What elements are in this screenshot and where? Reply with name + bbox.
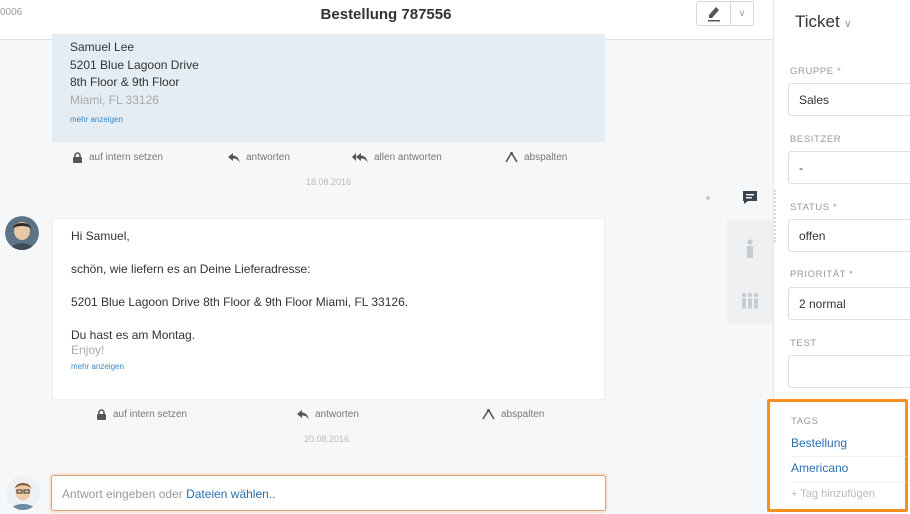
chevron-down-icon[interactable]: ∨: [731, 2, 753, 25]
message-line: Du hast es am Montag.: [71, 328, 196, 342]
address-line: 8th Floor & 9th Floor: [70, 75, 180, 89]
split-icon: [482, 409, 495, 420]
show-more-link[interactable]: mehr anzeigen: [71, 362, 586, 371]
test-field[interactable]: [788, 355, 910, 388]
ticket-title[interactable]: Bestellung 787556: [0, 6, 772, 23]
status-indicator: [774, 190, 779, 242]
sidebar-title[interactable]: Ticket ∨: [795, 12, 852, 32]
test-label: TEST: [790, 338, 817, 349]
owner-select[interactable]: -: [788, 151, 910, 184]
address-line: Samuel Lee: [70, 40, 135, 54]
priority-label: PRIORITÄT *: [790, 269, 854, 280]
priority-select[interactable]: 2 normal: [788, 287, 910, 320]
action-label: antworten: [246, 152, 290, 163]
lock-icon: [73, 152, 82, 163]
edit-button-group: ∨: [696, 1, 754, 26]
chat-icon: [743, 190, 757, 204]
group-icon: [741, 292, 759, 309]
group-label: GRUPPE *: [790, 66, 842, 77]
edit-button[interactable]: [697, 2, 731, 25]
article-date: 20.08.2016: [304, 434, 350, 444]
action-label: abspalten: [524, 152, 568, 163]
tag-divider: [791, 482, 906, 483]
set-internal-action[interactable]: auf intern setzen: [96, 409, 187, 420]
action-label: allen antworten: [374, 152, 442, 163]
action-label: auf intern setzen: [89, 152, 163, 163]
reply-icon: [228, 152, 240, 162]
tab-customer[interactable]: [727, 226, 773, 272]
message-line: Hi Samuel,: [71, 229, 130, 243]
avatar[interactable]: [6, 476, 40, 510]
tab-ticket[interactable]: [727, 174, 773, 220]
split-action[interactable]: abspalten: [482, 409, 544, 420]
tag-item[interactable]: Bestellung: [791, 436, 847, 450]
reply-icon: [297, 409, 309, 419]
address-line: 5201 Blue Lagoon Drive: [70, 57, 199, 72]
agent-avatar-icon: [6, 476, 40, 510]
pencil-icon: [707, 6, 720, 21]
reply-action[interactable]: antworten: [228, 152, 290, 163]
action-label: antworten: [315, 409, 359, 420]
split-icon: [505, 152, 518, 163]
choose-files-link[interactable]: Dateien wählen..: [186, 487, 275, 501]
split-action[interactable]: abspalten: [505, 152, 567, 163]
address-line-faded: Miami, FL 33126: [70, 92, 159, 107]
tag-divider: [791, 456, 906, 457]
set-internal-action[interactable]: auf intern setzen: [72, 152, 163, 163]
status-select[interactable]: offen: [788, 219, 910, 252]
customer-article: Hi Samuel, schön, wie liefern es an Dein…: [52, 218, 605, 400]
add-tag-input[interactable]: + Tag hinzufügen: [791, 488, 875, 500]
tags-label: TAGS: [791, 416, 819, 427]
reply-action[interactable]: antworten: [297, 409, 359, 420]
article-date: 18.08.2016: [306, 177, 352, 187]
tags-section: TAGS Bestellung Americano + Tag hinzufüg…: [767, 399, 908, 512]
customer-avatar-icon: [5, 216, 39, 250]
reply-placeholder: Antwort eingeben oder: [62, 487, 183, 501]
article-address: Samuel Lee 5201 Blue Lagoon Drive 8th Fl…: [70, 39, 587, 109]
show-more-link[interactable]: mehr anzeigen: [70, 115, 587, 124]
message-line: schön, wie liefern es an Deine Lieferadr…: [71, 262, 311, 276]
action-label: abspalten: [501, 409, 545, 420]
reply-all-action[interactable]: allen antworten: [352, 152, 442, 163]
message-line-faded: Enjoy!: [71, 343, 105, 357]
group-select[interactable]: Sales: [788, 83, 910, 116]
chevron-down-icon: ∨: [843, 18, 852, 30]
owner-label: BESITZER: [790, 134, 842, 145]
message-line: 5201 Blue Lagoon Drive 8th Floor & 9th F…: [71, 295, 409, 309]
sidebar-tabs: [727, 174, 773, 324]
action-label: auf intern setzen: [113, 409, 187, 420]
avatar[interactable]: [5, 216, 39, 250]
reply-all-icon: [352, 152, 368, 162]
reply-input[interactable]: Antwort eingeben oder Dateien wählen..: [51, 475, 606, 511]
person-icon: [747, 239, 753, 258]
tag-item[interactable]: Americano: [791, 461, 848, 475]
status-label: STATUS *: [790, 202, 838, 213]
lock-icon: [97, 409, 106, 420]
internal-article: Samuel Lee 5201 Blue Lagoon Drive 8th Fl…: [52, 34, 605, 142]
tab-organization[interactable]: [727, 278, 773, 324]
sidebar-title-text: Ticket: [795, 12, 840, 31]
scroll-dot: [706, 196, 710, 200]
